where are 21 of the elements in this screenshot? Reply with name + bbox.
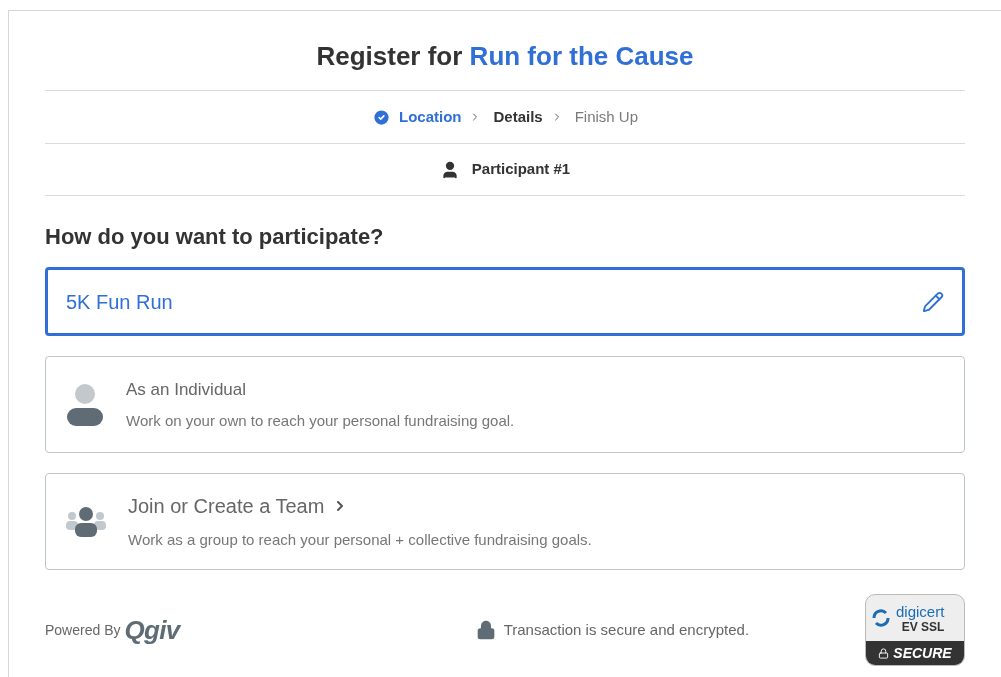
qgiv-logo: Qgiv [124, 613, 180, 647]
brand-text: digicert [896, 603, 945, 619]
security-note: Transaction is secure and encrypted. [503, 619, 750, 640]
powered-by-text: Powered By [45, 620, 121, 640]
circular-arrows-icon [870, 607, 892, 629]
page-title: Register for Run for the Cause [315, 40, 695, 73]
participation-option[interactable]: As an Individual Work on your own to reach your personal fundraising goal. [45, 356, 965, 453]
participation-option[interactable]: Join or Create a Team Work as a group to reach your personal + collective fundraising goals. [45, 473, 965, 570]
group-icon [66, 506, 106, 537]
question-heading: How do you want to participate? [45, 223, 385, 251]
lock-icon [475, 620, 496, 640]
person-icon [66, 383, 104, 426]
event-select-button[interactable]: 5K Fun Run [45, 267, 965, 336]
step-label: Finish Up [574, 106, 639, 127]
participant-label: Participant #1 [471, 159, 571, 180]
ssl-level-text: EV SSL [901, 620, 945, 633]
lock-icon [878, 647, 890, 659]
step-label: Details [493, 106, 543, 127]
secure-text: SECURE [893, 643, 952, 663]
step-label: Location [398, 106, 462, 127]
pencil-icon [922, 290, 944, 313]
